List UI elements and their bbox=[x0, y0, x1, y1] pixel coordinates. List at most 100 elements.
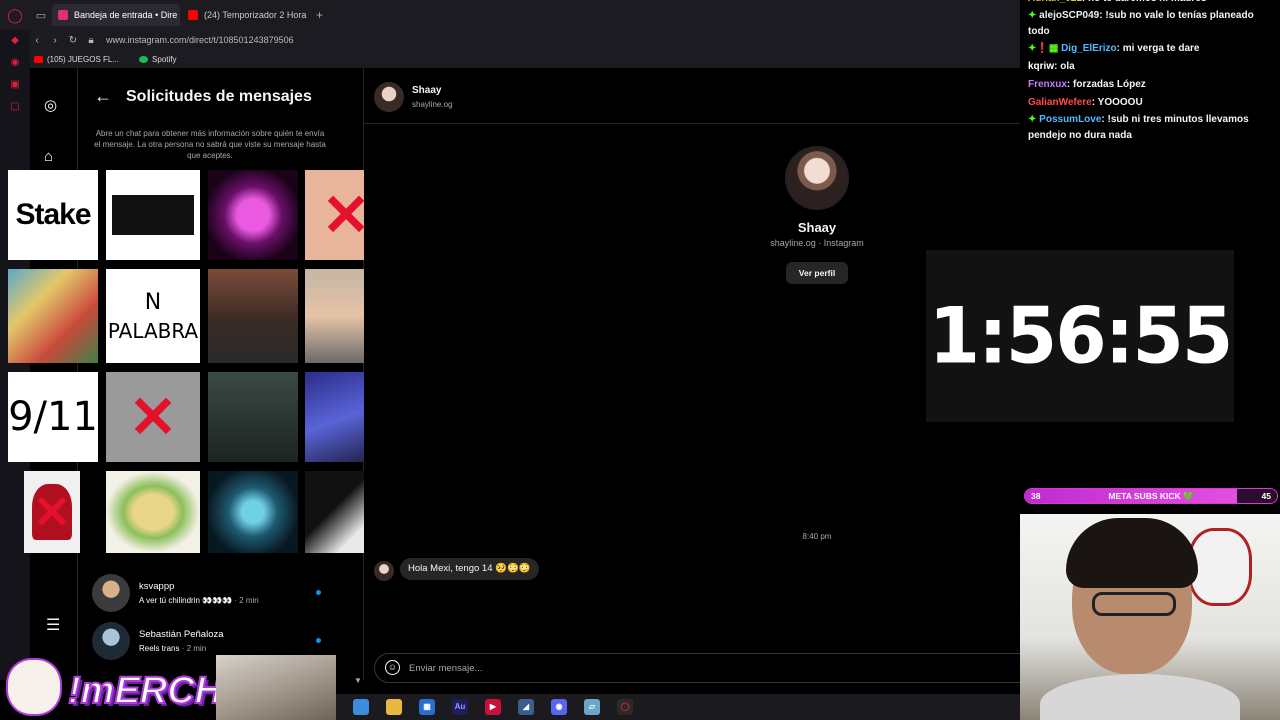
chat-message: Frenxux: forzadas López bbox=[1028, 76, 1274, 94]
timer-value: 1:56:55 bbox=[928, 290, 1234, 382]
file-explorer-icon[interactable] bbox=[386, 699, 402, 715]
chat-username[interactable]: Adrian_021 bbox=[1028, 0, 1082, 4]
bookmark-label: (105) JUEGOS FL... bbox=[47, 54, 120, 64]
requests-header: ← Solicitudes de mensajes bbox=[94, 86, 312, 107]
hamburger-menu-icon[interactable]: ☰ bbox=[46, 615, 60, 635]
streamer-shirt bbox=[1040, 674, 1240, 720]
nine-eleven-text: 9/11 bbox=[8, 394, 98, 440]
profile-name: Shaay bbox=[797, 220, 837, 235]
glasses bbox=[1092, 592, 1176, 616]
instagram-favicon-icon bbox=[58, 10, 68, 20]
red-x-icon: ✕ bbox=[128, 385, 178, 450]
preview-time: · 2 min bbox=[234, 596, 259, 605]
url-field[interactable]: www.instagram.com/direct/t/1085012438795… bbox=[106, 35, 294, 45]
instagram-side-icon[interactable]: ▢ bbox=[0, 96, 30, 118]
palabra-text: PALABRA bbox=[107, 318, 199, 343]
aria-icon[interactable]: ◆ bbox=[0, 30, 30, 52]
view-profile-button[interactable]: Ver perfil bbox=[786, 262, 848, 284]
subs-goal-bar: 38 META SUBS KICK 💚 45 bbox=[1024, 488, 1278, 504]
tab-menu-icon[interactable]: ▭ bbox=[30, 9, 52, 22]
monster-image bbox=[208, 170, 298, 260]
opera-taskbar-icon[interactable]: ◯ bbox=[617, 699, 633, 715]
message-input[interactable] bbox=[409, 659, 809, 677]
taskbar: ▦ Au ▶ ◢ ◉ ▱ ◯ bbox=[336, 694, 1020, 720]
chat-username[interactable]: Frenxux bbox=[1028, 79, 1067, 90]
countdown-timer: 1:56:55 bbox=[926, 250, 1234, 422]
chat-username[interactable]: Dig_ElErizo bbox=[1061, 43, 1117, 54]
media-player-icon[interactable]: ▶ bbox=[485, 699, 501, 715]
image-tile bbox=[106, 170, 200, 260]
streamer-hair bbox=[1066, 518, 1198, 588]
merch-overlay: !mERCH bbox=[0, 652, 223, 720]
chat-message: kqriw: ola bbox=[1028, 58, 1274, 76]
requests-note: Abre un chat para obtener más informació… bbox=[94, 129, 326, 160]
message-bubble: Hola Mexi, tengo 14 🥺😳😳 bbox=[400, 558, 539, 580]
home-icon[interactable]: ⌂ bbox=[44, 148, 53, 165]
chat-header-username: shayline.og bbox=[412, 100, 453, 109]
hands-image bbox=[112, 195, 194, 235]
tab-label: (24) Temporizador 2 Hora bbox=[204, 10, 307, 20]
conversation-name: ksvappp bbox=[139, 581, 175, 592]
opera-logo-icon[interactable]: ◯ bbox=[0, 7, 30, 24]
badge-icon: ✦ bbox=[1028, 114, 1037, 125]
stream-chat-overlay: Adrian_021: no te daremos ni madres✦ ale… bbox=[1022, 0, 1280, 160]
discord-icon[interactable]: ◉ bbox=[551, 699, 567, 715]
bookmark-juegos[interactable]: (105) JUEGOS FL... bbox=[34, 55, 119, 64]
bookmarks-bar: (105) JUEGOS FL... Spotify bbox=[28, 50, 1020, 68]
brain-image bbox=[208, 471, 298, 553]
preview-text: A ver tú chilindrin 👀👀👀 bbox=[139, 596, 233, 605]
chat-text: : ola bbox=[1054, 61, 1075, 72]
profile-avatar[interactable] bbox=[785, 146, 849, 210]
chat-username[interactable]: PossumLove bbox=[1039, 114, 1101, 125]
store-icon[interactable]: ▦ bbox=[419, 699, 435, 715]
audition-icon[interactable]: Au bbox=[452, 699, 468, 715]
edge-icon[interactable] bbox=[353, 699, 369, 715]
requests-title: Solicitudes de mensajes bbox=[126, 87, 312, 105]
chat-header-name[interactable]: Shaay bbox=[412, 85, 441, 96]
chat-message: Adrian_021: no te daremos ni madres bbox=[1028, 0, 1274, 8]
portrait-image bbox=[208, 269, 298, 363]
collage-image bbox=[8, 269, 98, 363]
emoji-icon[interactable]: ☺ bbox=[385, 660, 400, 675]
list-item[interactable]: ksvappp A ver tú chilindrin 👀👀👀 · 2 min bbox=[92, 574, 259, 612]
bookmark-spotify[interactable]: Spotify bbox=[139, 55, 177, 64]
badge-icon: ✦ bbox=[1028, 10, 1037, 21]
chat-username[interactable]: kqriw bbox=[1028, 61, 1054, 72]
mascot-icon bbox=[6, 658, 62, 716]
back-icon[interactable]: ‹ bbox=[28, 35, 46, 46]
message-composer: ☺ bbox=[374, 653, 1054, 683]
reload-icon[interactable]: ↻ bbox=[64, 35, 82, 46]
browser-tab-strip: ◯ ▭ Bandeja de entrada • Dire (24) Tempo… bbox=[0, 0, 1020, 30]
lock-icon: 🔒︎ bbox=[88, 34, 94, 46]
whatsapp-icon[interactable]: ▣ bbox=[0, 74, 30, 96]
profile-subtitle: shayline.og · Instagram bbox=[770, 238, 864, 248]
chat-message: GalianWefere: YOOOOU bbox=[1028, 94, 1274, 112]
chat-username[interactable]: GalianWefere bbox=[1028, 97, 1092, 108]
messenger-icon[interactable]: ◉ bbox=[0, 52, 30, 74]
scroll-down-icon[interactable]: ▼ bbox=[354, 676, 362, 685]
avatar[interactable] bbox=[374, 82, 404, 112]
chat-username[interactable]: alejoSCP049 bbox=[1039, 10, 1099, 21]
forward-icon[interactable]: › bbox=[46, 35, 64, 46]
n-text: N bbox=[144, 289, 162, 315]
stake-logo-text: Stake bbox=[15, 198, 91, 231]
conversation-preview: A ver tú chilindrin 👀👀👀 · 2 min bbox=[139, 596, 259, 605]
spotify-icon bbox=[139, 55, 149, 63]
new-tab-button[interactable]: + bbox=[316, 8, 323, 22]
tab-instagram[interactable]: Bandeja de entrada • Dire bbox=[52, 4, 180, 26]
instagram-logo-icon[interactable]: ◎ bbox=[44, 96, 57, 114]
chat-text: : no te daremos ni madres bbox=[1082, 0, 1206, 4]
webcam-feed bbox=[1020, 514, 1280, 720]
video-clip-overlay bbox=[216, 655, 336, 720]
youtube-icon bbox=[34, 55, 43, 63]
tab-label: Bandeja de entrada • Dire bbox=[74, 10, 178, 20]
back-arrow-icon[interactable]: ← bbox=[94, 86, 112, 107]
tab-youtube[interactable]: (24) Temporizador 2 Hora bbox=[182, 4, 310, 26]
chat-message: ✦ PossumLove: !sub ni tres minutos lleva… bbox=[1028, 112, 1274, 144]
app-icon[interactable]: ◢ bbox=[518, 699, 534, 715]
chat-message: ✦ alejoSCP049: !sub no vale lo tenías pl… bbox=[1028, 8, 1274, 40]
stake-tile: Stake bbox=[8, 170, 98, 260]
crossed-out-tile: ✕ bbox=[106, 372, 200, 462]
notepad-icon[interactable]: ▱ bbox=[584, 699, 600, 715]
merch-text: !mERCH bbox=[67, 669, 223, 713]
